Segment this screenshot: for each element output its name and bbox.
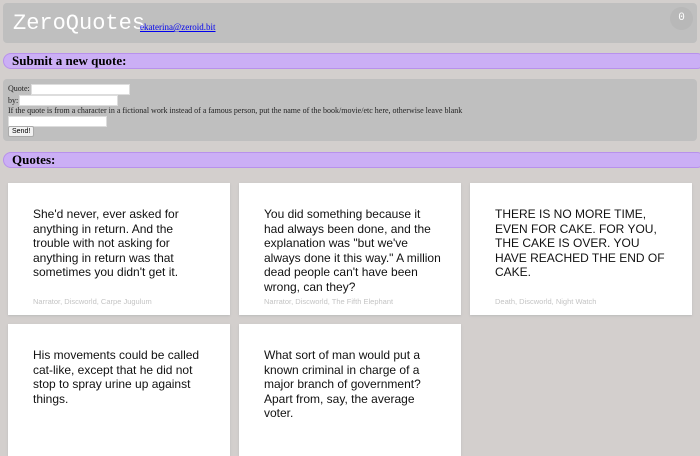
quote-text: THERE IS NO MORE TIME, EVEN FOR CAKE. FO… — [495, 207, 665, 279]
by-label: by: — [8, 96, 19, 105]
by-input[interactable] — [19, 95, 118, 106]
quote-text: She'd never, ever asked for anything in … — [33, 207, 179, 279]
quote-text: You did something because it had always … — [264, 207, 441, 294]
quote-card: His movements could be called cat-like, … — [8, 324, 230, 456]
quote-text: What sort of man would put a known crimi… — [264, 348, 421, 420]
quote-card: She'd never, ever asked for anything in … — [8, 183, 230, 315]
send-button[interactable]: Send! — [8, 126, 35, 137]
quote-author: Narrator, Discworld, Carpe Jugulum — [33, 297, 152, 306]
quote-text: His movements could be called cat-like, … — [33, 348, 200, 406]
quote-card: THERE IS NO MORE TIME, EVEN FOR CAKE. FO… — [470, 183, 692, 315]
quote-card: You did something because it had always … — [239, 183, 461, 315]
quotes-heading: Quotes: — [3, 152, 700, 168]
quote-card: What sort of man would put a known crimi… — [239, 324, 461, 456]
header: ZeroQuotes ekaterina@zeroid.bit 0 — [3, 3, 697, 43]
quote-input[interactable] — [31, 84, 130, 95]
source-hint: If the quote is from a character in a fi… — [8, 106, 463, 115]
quote-label: Quote: — [8, 84, 30, 93]
quote-author: Death, Discworld, Night Watch — [495, 297, 597, 306]
user-email-link[interactable]: ekaterina@zeroid.bit — [140, 22, 216, 32]
app-title: ZeroQuotes — [13, 11, 146, 36]
quote-author: Narrator, Discworld, The Fifth Elephant — [264, 297, 394, 306]
submit-heading: Submit a new quote: — [3, 53, 700, 69]
count-badge: 0 — [670, 7, 693, 30]
submit-form: Quote: by: If the quote is from a charac… — [3, 79, 697, 141]
